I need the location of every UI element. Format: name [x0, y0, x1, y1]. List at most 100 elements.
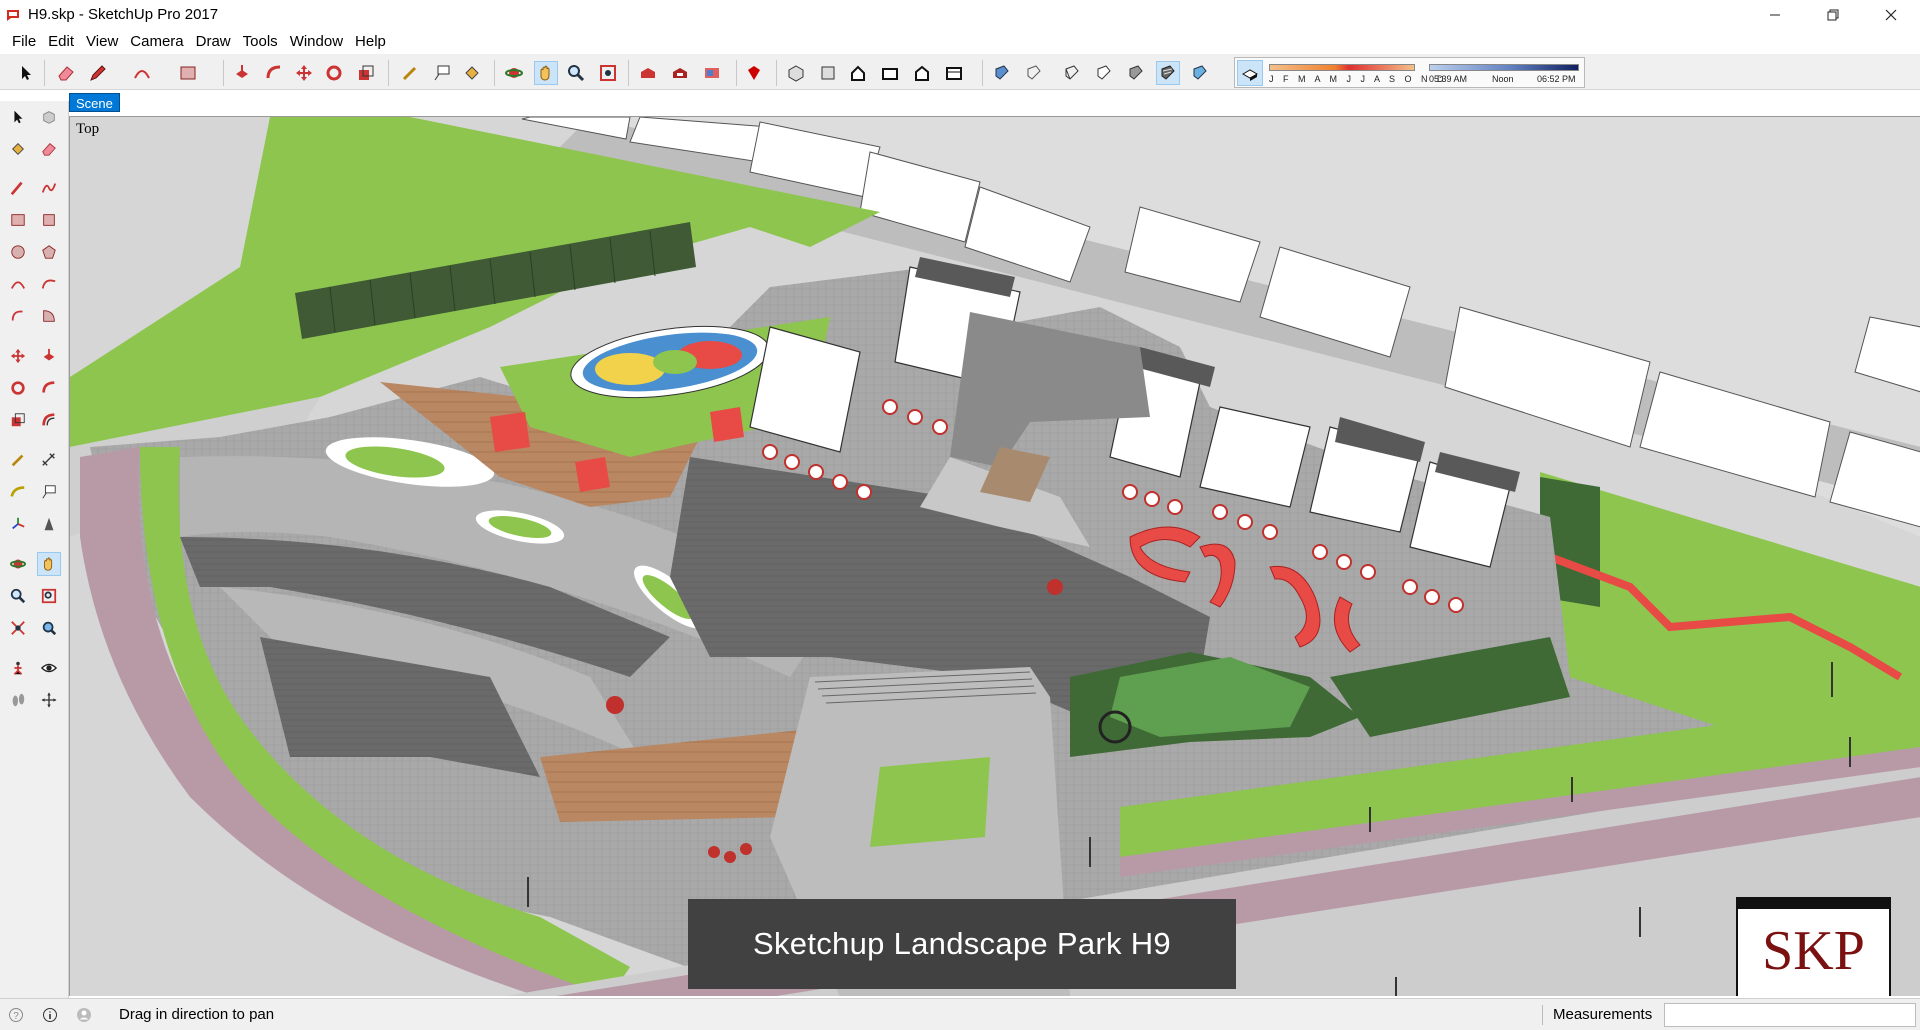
palette-pan[interactable] [37, 552, 61, 576]
zoom-icon [568, 65, 585, 82]
text-icon [434, 65, 450, 81]
follow-me-icon [266, 65, 281, 79]
status-bar: ? Drag in direction to pan Measurements [0, 998, 1920, 1030]
close-icon [1885, 9, 1897, 20]
palette-follow-me[interactable] [37, 376, 61, 400]
palette-axes[interactable] [6, 512, 30, 536]
palette-zoom-extents[interactable] [6, 616, 30, 640]
extension-warehouse-button[interactable] [668, 61, 692, 85]
close-button[interactable] [1862, 0, 1920, 29]
menu-tools[interactable]: Tools [237, 33, 284, 50]
measurements-input[interactable] [1664, 1003, 1916, 1027]
push-pull-tool-button[interactable] [230, 61, 254, 85]
palette-orbit[interactable] [6, 552, 30, 576]
palette-dimension[interactable] [37, 448, 61, 472]
palette-push-pull[interactable] [37, 344, 61, 368]
palette-arc[interactable] [6, 272, 30, 296]
xray-style-button[interactable] [990, 61, 1014, 85]
palette-polygon[interactable] [37, 240, 61, 264]
monochrome-icon [1193, 65, 1207, 80]
menu-draw[interactable]: Draw [190, 33, 237, 50]
time-slider[interactable] [1429, 64, 1579, 71]
orbit-tool-button[interactable] [502, 61, 526, 85]
palette-component[interactable] [37, 105, 61, 129]
rectangle-tool-button[interactable] [176, 61, 200, 85]
warehouse-button[interactable] [636, 61, 660, 85]
tape-measure-tool-button[interactable] [398, 61, 422, 85]
pan-tool-button[interactable] [534, 61, 558, 85]
geolocation-icon[interactable]: ? [8, 1007, 24, 1023]
palette-line[interactable] [6, 176, 30, 200]
top-view-button[interactable] [816, 61, 840, 85]
left-view-button[interactable] [942, 61, 966, 85]
palette-3d-text[interactable] [37, 512, 61, 536]
palette-walk[interactable] [6, 688, 30, 712]
menu-window[interactable]: Window [284, 33, 349, 50]
title-bar: H9.skp - SketchUp Pro 2017 [0, 0, 1920, 29]
palette-zoom-window[interactable] [37, 584, 61, 608]
palette-rotate[interactable] [6, 376, 30, 400]
menu-help[interactable]: Help [349, 33, 392, 50]
zoom-icon [10, 588, 26, 604]
palette-select[interactable] [6, 105, 30, 129]
palette-rotated-rectangle[interactable] [37, 208, 61, 232]
palette-move[interactable] [6, 344, 30, 368]
menu-file[interactable]: File [6, 33, 42, 50]
model-viewport[interactable]: Top Sketchup Landscape Park H9 SKP [69, 116, 1920, 996]
shadow-toggle-button[interactable] [1237, 60, 1263, 86]
text-tool-button[interactable] [430, 61, 454, 85]
date-slider[interactable] [1269, 64, 1415, 71]
move-tool-button[interactable] [292, 61, 316, 85]
palette-zoom[interactable] [6, 584, 30, 608]
paint-bucket-tool-button[interactable] [460, 61, 484, 85]
layout-button[interactable] [700, 61, 724, 85]
iso-view-button[interactable] [784, 61, 808, 85]
pencil-tool-button[interactable] [86, 61, 110, 85]
palette-offset[interactable] [37, 408, 61, 432]
zoom-tool-button[interactable] [564, 61, 588, 85]
minimize-button[interactable] [1746, 0, 1804, 29]
hidden-line-style-button[interactable] [1092, 61, 1116, 85]
right-view-button[interactable] [878, 61, 902, 85]
palette-eraser[interactable] [37, 137, 61, 161]
palette-scale[interactable] [6, 408, 30, 432]
palette-pie[interactable] [37, 304, 61, 328]
ruby-console-button[interactable] [742, 61, 766, 85]
restore-button[interactable] [1804, 0, 1862, 29]
palette-paint[interactable] [6, 137, 30, 161]
rotate-tool-button[interactable] [322, 61, 346, 85]
select-tool-button[interactable] [14, 61, 38, 85]
palette-text[interactable] [37, 480, 61, 504]
monochrome-style-button[interactable] [1188, 61, 1212, 85]
back-view-button[interactable] [910, 61, 934, 85]
shaded-textures-style-button[interactable] [1156, 61, 1180, 85]
palette-section-plane[interactable] [37, 688, 61, 712]
follow-me-tool-button[interactable] [262, 61, 286, 85]
menu-edit[interactable]: Edit [42, 33, 80, 50]
palette-circle[interactable] [6, 240, 30, 264]
palette-tape[interactable] [6, 448, 30, 472]
palette-rectangle[interactable] [6, 208, 30, 232]
eraser-tool-button[interactable] [54, 61, 78, 85]
scene-tab[interactable]: Scene 1 [69, 93, 120, 130]
main-toolbar [0, 54, 1920, 90]
menu-camera[interactable]: Camera [124, 33, 189, 50]
wireframe-style-button[interactable] [1060, 61, 1084, 85]
palette-protractor[interactable] [6, 480, 30, 504]
shaded-style-button[interactable] [1124, 61, 1148, 85]
scale-tool-button[interactable] [354, 61, 378, 85]
front-view-button[interactable] [846, 61, 870, 85]
palette-two-point-arc[interactable] [37, 272, 61, 296]
palette-position-camera[interactable] [6, 656, 30, 680]
palette-previous-view[interactable] [37, 616, 61, 640]
arc-tool-button[interactable] [130, 61, 154, 85]
palette-look-around[interactable] [37, 656, 61, 680]
user-icon[interactable] [76, 1007, 92, 1023]
tape-measure-icon [11, 454, 24, 467]
palette-three-point-arc[interactable] [6, 304, 30, 328]
zoom-extents-tool-button[interactable] [596, 61, 620, 85]
menu-view[interactable]: View [80, 33, 124, 50]
palette-freehand[interactable] [37, 176, 61, 200]
back-edges-style-button[interactable] [1022, 61, 1046, 85]
info-icon[interactable] [42, 1007, 58, 1023]
